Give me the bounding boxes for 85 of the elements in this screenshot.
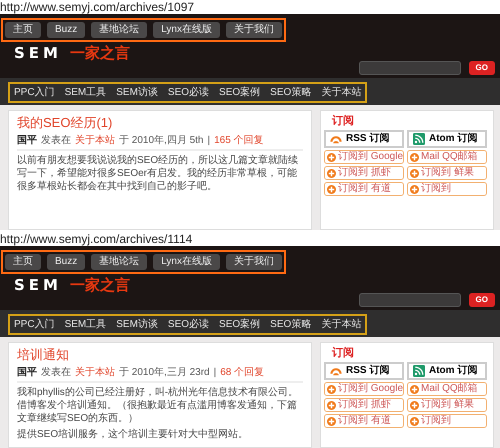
page-url: http://www.semyj.com/archives/1097 (0, 0, 196, 14)
subscribe-badge[interactable]: 订阅到 有道 (324, 182, 404, 196)
nav-button[interactable]: 基地论坛 (91, 22, 148, 38)
post-date: 于 2010年,三月 23rd (119, 366, 210, 379)
category-link[interactable]: SEM访谈 (116, 318, 158, 331)
search-field[interactable] (358, 61, 461, 75)
plus-icon (327, 152, 336, 162)
post-paragraph: 我和phyllis的公司已经注册好，叫-杭州光年信息技术有限公司。借博客发个培训通知。（很抱歉最近有点滥用博客发通知，下篇文章继续写SEO的东西。） (17, 386, 300, 425)
plus-icon (327, 168, 336, 178)
nav-button[interactable]: Buzz (47, 22, 86, 38)
post-paragraph: 以前有朋友想要我说说我的SEO经历的，所以这几篇文章就陆续写一下，希望能对很多SEOer有启发。我的经历非常草根，可能很多草根站长都会在其中找到自己的影子吧。 (17, 154, 300, 193)
plus-icon (410, 384, 419, 394)
feed-icon (412, 133, 426, 145)
nav-button[interactable]: Lynx在线版 (153, 22, 220, 38)
go-button[interactable]: GO (468, 293, 495, 307)
category-link[interactable]: 关于本站 (75, 134, 115, 147)
plus-icon (327, 184, 336, 194)
nav-button[interactable]: 关于我们 (226, 254, 282, 270)
sidebar-title: 订阅 (330, 345, 355, 361)
nav-button[interactable]: Buzz (47, 254, 86, 270)
plus-icon (410, 168, 419, 178)
search-field[interactable] (358, 293, 461, 307)
site-logo-text: SEM (14, 45, 62, 61)
rss-icon (329, 133, 343, 145)
subscribe-badge[interactable]: 订阅到 抓虾 (324, 398, 404, 412)
nav-button[interactable]: 基地论坛 (91, 254, 148, 270)
rss-icon (329, 365, 343, 377)
subscribe-badge[interactable]: Mail QQ邮箱 (407, 382, 487, 396)
meta-label: 发表在 (41, 134, 71, 147)
plus-icon (327, 400, 336, 410)
category-link[interactable]: SEM工具 (64, 318, 106, 331)
subscribe-badge[interactable]: 订阅到 Google (324, 382, 404, 396)
subscribe-badge[interactable]: 订阅到 (407, 182, 487, 196)
post-date: 于 2010年,四月 5th (119, 134, 204, 147)
category-link[interactable]: SEO策略 (270, 318, 312, 331)
category-link[interactable]: 关于本站 (321, 86, 362, 99)
plus-icon (327, 384, 336, 394)
plus-icon (410, 400, 419, 410)
feed-button[interactable]: RSS 订阅 (324, 362, 404, 380)
meta-label: 发表在 (41, 366, 71, 379)
feed-button[interactable]: Atom 订阅 (407, 362, 487, 380)
sidebar-title: 订阅 (330, 113, 355, 129)
site-logo-text: SEM (14, 277, 62, 293)
comments-link[interactable]: 68 个回复 (220, 366, 264, 379)
meta-separator: | (214, 366, 216, 379)
site-tagline: 一家之言 (70, 277, 130, 293)
post-author: 国平 (17, 366, 37, 379)
subscribe-badge[interactable]: 订阅到 有道 (324, 414, 404, 428)
meta-separator: | (207, 134, 210, 147)
category-link[interactable]: SEO必读 (168, 318, 210, 331)
nav-button[interactable]: 主页 (5, 22, 41, 38)
post-title[interactable]: 培训通知 (17, 347, 303, 363)
subscribe-badge[interactable]: 订阅到 抓虾 (324, 166, 404, 180)
nav-button[interactable]: 主页 (5, 254, 41, 270)
site-tagline: 一家之言 (70, 45, 130, 61)
nav-button[interactable]: 关于我们 (226, 22, 282, 38)
post-author: 国平 (17, 134, 37, 147)
go-button[interactable]: GO (468, 61, 495, 75)
post-paragraph: 提供SEO培训服务，这个培训主要针对大中型网站。 (17, 428, 250, 441)
page-url: http://www.semyj.com/archives/1114 (0, 232, 194, 246)
subscribe-badge[interactable]: 订阅到 鲜果 (407, 166, 487, 180)
subscribe-badge[interactable]: 订阅到 Google (324, 150, 404, 164)
feed-button[interactable]: Atom 订阅 (407, 130, 487, 148)
category-link[interactable]: 关于本站 (75, 366, 115, 379)
category-link[interactable]: PPC入门 (14, 318, 55, 331)
category-link[interactable]: SEO必读 (168, 86, 210, 99)
feed-icon (412, 365, 426, 377)
plus-icon (327, 416, 336, 426)
subscribe-badge[interactable]: 订阅到 (407, 414, 487, 428)
category-link[interactable]: SEO案例 (219, 86, 260, 99)
category-link[interactable]: 关于本站 (321, 318, 362, 331)
category-link[interactable]: SEO案例 (219, 318, 260, 331)
category-link[interactable]: SEM访谈 (116, 86, 158, 99)
category-link[interactable]: SEM工具 (64, 86, 106, 99)
plus-icon (410, 416, 419, 426)
feed-button[interactable]: RSS 订阅 (324, 130, 404, 148)
comments-link[interactable]: 165 个回复 (214, 134, 264, 147)
subscribe-badge[interactable]: Mail QQ邮箱 (407, 150, 487, 164)
subscribe-badge[interactable]: 订阅到 鲜果 (407, 398, 487, 412)
post-title[interactable]: 我的SEO经历(1) (17, 115, 303, 131)
nav-button[interactable]: Lynx在线版 (153, 254, 220, 270)
plus-icon (410, 184, 419, 194)
category-link[interactable]: SEO策略 (270, 86, 312, 99)
category-link[interactable]: PPC入门 (14, 86, 55, 99)
plus-icon (410, 152, 419, 162)
